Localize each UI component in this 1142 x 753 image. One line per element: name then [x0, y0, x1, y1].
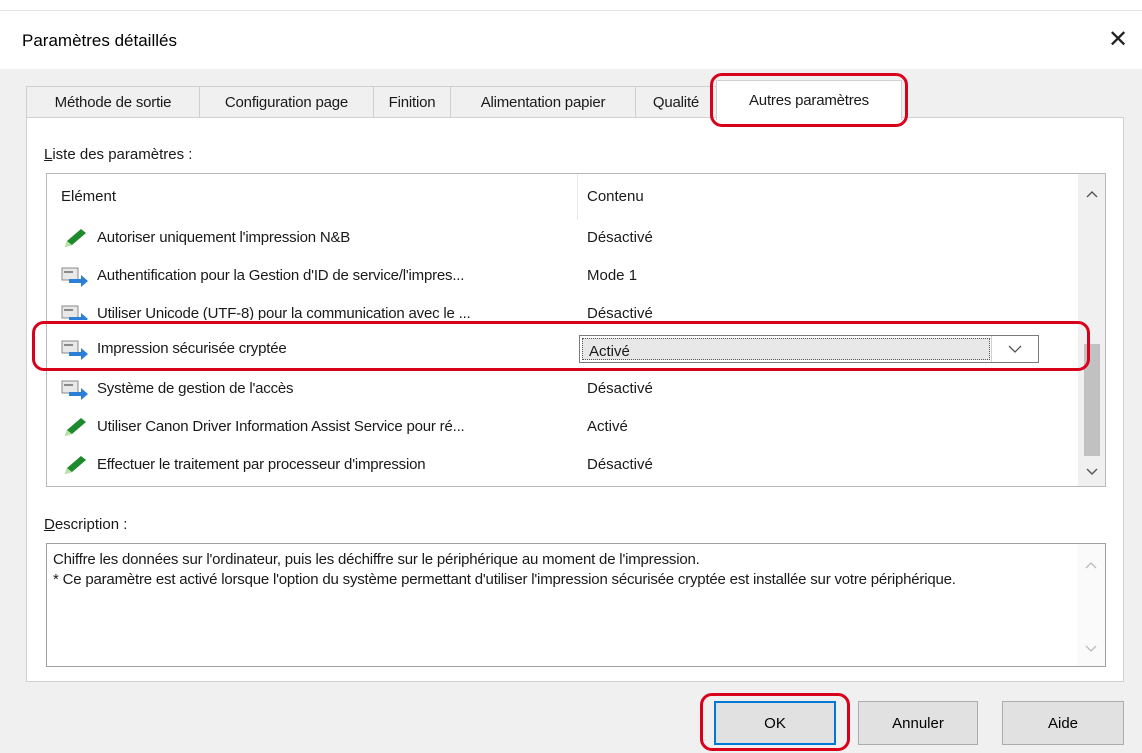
close-icon[interactable]: ✕: [1100, 23, 1136, 55]
tab-output-method[interactable]: Méthode de sortie: [26, 86, 200, 118]
tab-paper-source[interactable]: Alimentation papier: [450, 86, 636, 118]
setting-name: Effectuer le traitement par processeur d…: [97, 456, 426, 473]
description-line: Chiffre les données sur l'ordinateur, pu…: [53, 551, 700, 568]
settings-list-label: Liste des paramètres :: [44, 146, 193, 163]
help-button[interactable]: Aide: [1002, 701, 1124, 745]
dropdown-selected-value: Activé: [589, 343, 630, 360]
list-item[interactable]: Effectuer le traitement par processeur d…: [47, 447, 1077, 484]
description-box[interactable]: Chiffre les données sur l'ordinateur, pu…: [46, 543, 1106, 667]
list-item[interactable]: Utiliser Unicode (UTF-8) pour la communi…: [47, 296, 1077, 320]
setting-name: Authentification pour la Gestion d'ID de…: [97, 267, 465, 284]
device-arrow-icon: [61, 340, 88, 360]
list-header: Elément Contenu: [47, 174, 1077, 220]
column-separator[interactable]: [577, 174, 578, 220]
scroll-down-icon[interactable]: [1077, 636, 1105, 662]
description-scrollbar[interactable]: [1077, 544, 1105, 666]
device-arrow-icon: [61, 305, 88, 320]
list-item[interactable]: Système de gestion de l'accès Désactivé: [47, 371, 1077, 408]
dialog-title: Paramètres détaillés: [22, 31, 177, 50]
scroll-down-icon[interactable]: [1078, 458, 1105, 486]
description-label: Description :: [44, 516, 128, 533]
device-arrow-icon: [61, 267, 88, 287]
setting-value-dropdown[interactable]: Activé: [579, 335, 1039, 363]
column-header-content[interactable]: Contenu: [587, 188, 644, 205]
pencil-icon: [65, 456, 86, 474]
setting-value: Activé: [587, 418, 628, 435]
setting-value: Désactivé: [587, 456, 653, 473]
title-bar: Paramètres détaillés ✕: [0, 11, 1142, 69]
list-item[interactable]: Authentification pour la Gestion d'ID de…: [47, 258, 1077, 295]
list-item[interactable]: Autoriser uniquement l'impression N&B Dé…: [47, 220, 1077, 257]
scroll-up-icon[interactable]: [1077, 552, 1105, 578]
tab-finishing[interactable]: Finition: [373, 86, 451, 118]
chevron-down-icon[interactable]: [991, 336, 1038, 362]
tab-page-setup[interactable]: Configuration page: [199, 86, 374, 118]
setting-name: Utiliser Unicode (UTF-8) pour la communi…: [97, 305, 471, 320]
background-strip: [0, 0, 1142, 11]
setting-value: Désactivé: [587, 305, 653, 320]
list-item-selected[interactable]: Impression sécurisée cryptée Activé: [47, 331, 1077, 368]
tab-other-settings[interactable]: Autres paramètres: [716, 80, 902, 120]
ok-button[interactable]: OK: [714, 701, 836, 745]
setting-value: Mode 1: [587, 267, 638, 284]
dropdown-focus-box: Activé: [582, 338, 990, 360]
cancel-button[interactable]: Annuler: [858, 701, 978, 745]
setting-name: Autoriser uniquement l'impression N&B: [97, 229, 351, 246]
scroll-up-icon[interactable]: [1078, 180, 1105, 208]
pencil-icon: [65, 229, 86, 247]
tab-quality[interactable]: Qualité: [635, 86, 717, 118]
setting-name: Système de gestion de l'accès: [97, 380, 294, 397]
scrollbar-thumb[interactable]: [1084, 344, 1100, 456]
description-line: * Ce paramètre est activé lorsque l'opti…: [53, 571, 956, 588]
setting-value: Désactivé: [587, 380, 653, 397]
column-header-item[interactable]: Elément: [61, 188, 116, 205]
list-item[interactable]: Utiliser Canon Driver Information Assist…: [47, 409, 1077, 446]
pencil-icon: [65, 418, 86, 436]
setting-name: Utiliser Canon Driver Information Assist…: [97, 418, 465, 435]
list-scrollbar[interactable]: [1078, 174, 1105, 486]
dialog-window: Paramètres détaillés ✕ Méthode de sortie…: [0, 0, 1142, 753]
settings-list[interactable]: Elément Contenu Autoriser uniquement l'i…: [46, 173, 1106, 487]
device-arrow-icon: [61, 380, 88, 400]
description-text: Chiffre les données sur l'ordinateur, pu…: [53, 550, 1069, 590]
setting-value: Désactivé: [587, 229, 653, 246]
setting-name: Impression sécurisée cryptée: [97, 340, 287, 357]
